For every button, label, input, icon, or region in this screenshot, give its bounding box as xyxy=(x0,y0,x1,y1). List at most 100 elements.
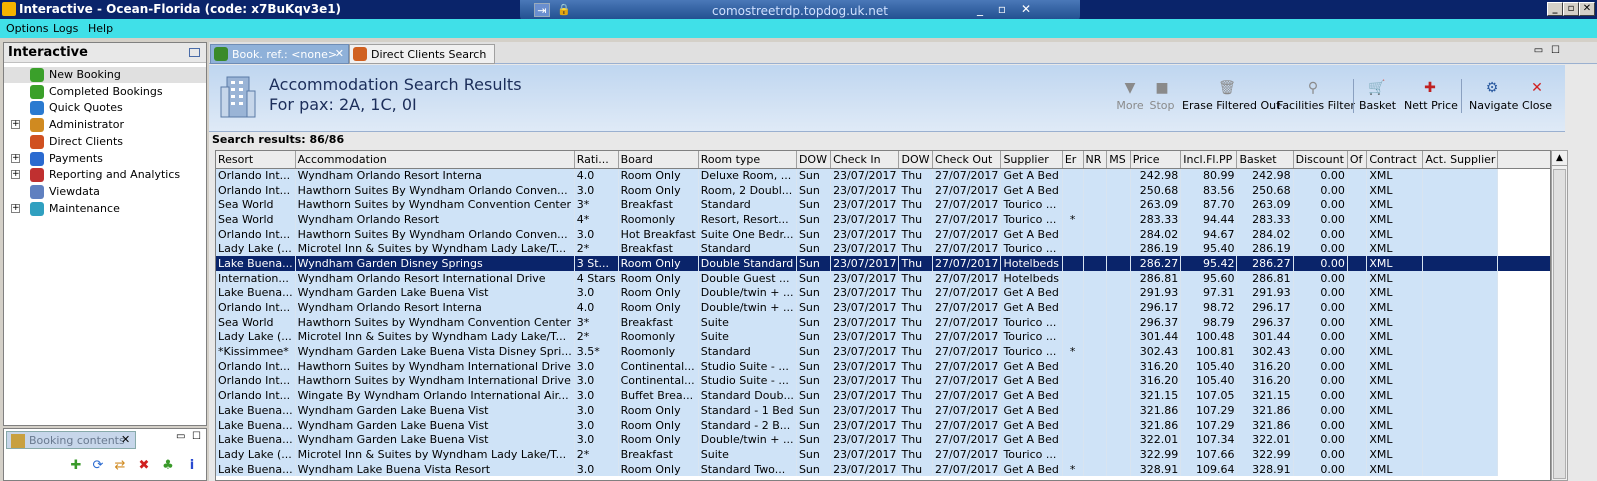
close-icon[interactable]: ✕ xyxy=(121,433,130,446)
row-filler xyxy=(1497,417,1550,433)
table-row[interactable]: Orlando Int... Wyndham Orlando Resort Int… xyxy=(216,300,1550,315)
table-cell: 105.40 xyxy=(1180,358,1238,374)
minimize-icon[interactable]: ▭ xyxy=(176,431,185,442)
navigate-button[interactable]: ⚙ Navigate xyxy=(1469,79,1518,112)
column-header[interactable]: DOW xyxy=(796,151,832,169)
column-header[interactable]: Supplier xyxy=(1000,151,1063,169)
table-row[interactable]: Orlando Int... Hawthorn Suites By Wyndham… xyxy=(216,182,1550,198)
column-header[interactable]: Room type xyxy=(698,151,797,169)
sidebar-item-viewdata[interactable]: Viewdata xyxy=(4,184,206,200)
menu-help[interactable]: Help xyxy=(88,22,113,35)
table-row[interactable]: Lady Lake (... Microtel Inn & Suites by W… xyxy=(216,447,1550,462)
column-header[interactable]: Check In xyxy=(830,151,900,169)
scroll-up-icon[interactable]: ▲ xyxy=(1552,151,1567,166)
sidebar-item-quick-quotes[interactable]: Quick Quotes xyxy=(4,100,206,116)
table-cell: Sun xyxy=(796,388,832,403)
column-header[interactable]: Accommodation xyxy=(295,151,575,169)
menu-logs[interactable]: Logs xyxy=(53,22,78,35)
table-cell: 3.0 xyxy=(574,403,619,418)
table-row[interactable]: Sea World Hawthorn Suites by Wyndham Conv… xyxy=(216,314,1550,330)
table-row[interactable]: Orlando Int... Wyndham Orlando Resort Int… xyxy=(216,168,1550,183)
restore-button[interactable]: ▫ xyxy=(1563,2,1579,16)
table-row[interactable]: Orlando Int... Wingate By Wyndham Orlando… xyxy=(216,388,1550,403)
table-cell: Suite One Bedr... xyxy=(698,226,797,242)
delete-icon[interactable]: ✖ xyxy=(136,458,152,473)
tab-booking-ref[interactable]: Book. ref.: <none> ✕ xyxy=(210,44,349,64)
column-header[interactable]: Of xyxy=(1347,151,1368,169)
table-row[interactable]: Lake Buena... Wyndham Garden Lake Buena V… xyxy=(216,432,1550,448)
sidebar-item-maintenance[interactable]: + Maintenance xyxy=(4,201,206,217)
column-header[interactable]: Incl.Fl.PP xyxy=(1180,151,1238,169)
rdp-minimize-button[interactable]: _ xyxy=(972,2,988,16)
column-header[interactable]: Board xyxy=(618,151,699,169)
maximize-icon[interactable]: ☐ xyxy=(1550,45,1561,56)
column-header[interactable]: DOW xyxy=(898,151,934,169)
erase-filtered-out-button[interactable]: 🗑 Erase Filtered Out xyxy=(1182,79,1280,112)
close-button[interactable]: ✕ Close xyxy=(1521,79,1553,112)
more-button[interactable]: ▼ More xyxy=(1115,79,1145,112)
minimize-button[interactable]: _ xyxy=(1547,2,1563,16)
table-cell: Suite xyxy=(698,314,797,330)
table-row[interactable]: Internation... Wyndham Orlando Resort Int… xyxy=(216,270,1550,286)
tab-direct-clients-search[interactable]: Direct Clients Search xyxy=(349,44,495,64)
rdp-close-button[interactable]: ✕ xyxy=(1018,2,1034,16)
sidebar-item-new-booking[interactable]: New Booking xyxy=(4,67,206,83)
palm-tree-icon[interactable]: ♣ xyxy=(160,458,176,473)
table-row[interactable]: Orlando Int... Hawthorn Suites by Wyndham… xyxy=(216,373,1550,389)
table-row[interactable]: *Kissimmee* Wyndham Garden Lake Buena Vis… xyxy=(216,344,1550,359)
add-icon[interactable]: ✚ xyxy=(68,458,84,473)
booking-contents-tab[interactable]: Booking contents ✕ xyxy=(6,431,136,449)
column-header[interactable]: Resort xyxy=(216,151,296,169)
table-row[interactable]: Orlando Int... Hawthorn Suites by Wyndham… xyxy=(216,358,1550,374)
column-header[interactable]: Contract xyxy=(1366,151,1424,169)
scroll-thumb[interactable] xyxy=(1553,169,1566,479)
sidebar-item-administrator[interactable]: + Administrator xyxy=(4,117,206,133)
expand-icon[interactable]: + xyxy=(11,203,20,213)
nett-price-button[interactable]: ✚ Nett Price xyxy=(1404,79,1458,112)
stop-button[interactable]: ■ Stop xyxy=(1148,79,1176,112)
column-header[interactable]: NR xyxy=(1083,151,1108,169)
sidebar-item-payments[interactable]: + Payments xyxy=(4,151,206,167)
table-row[interactable]: Orlando Int... Hawthorn Suites By Wyndham… xyxy=(216,226,1550,242)
table-row[interactable]: Lake Buena... Wyndham Garden Lake Buena V… xyxy=(216,417,1550,433)
column-header[interactable]: Er xyxy=(1062,151,1084,169)
table-cell: 27/07/2017 xyxy=(932,461,1002,477)
facilities-filter-button[interactable]: ⚲ Facilities Filter xyxy=(1277,79,1355,112)
column-header[interactable]: Price xyxy=(1130,151,1182,169)
table-cell xyxy=(1422,241,1499,257)
table-row[interactable]: Lady Lake (... Microtel Inn & Suites by W… xyxy=(216,241,1550,257)
column-header[interactable]: Check Out xyxy=(932,151,1002,169)
close-tab-icon[interactable]: ✕ xyxy=(335,47,344,60)
minimize-icon[interactable]: ▭ xyxy=(1533,45,1544,56)
collapse-icon[interactable] xyxy=(189,48,200,57)
table-row[interactable]: Lake Buena... Wyndham Garden Lake Buena V… xyxy=(216,403,1550,418)
column-header[interactable]: Basket xyxy=(1236,151,1294,169)
transfer-icon[interactable]: ⇄ xyxy=(112,458,128,473)
info-icon[interactable]: i xyxy=(184,458,200,473)
expand-icon[interactable]: + xyxy=(11,170,20,180)
sidebar-item-completed-bookings[interactable]: Completed Bookings xyxy=(4,84,206,100)
basket-button[interactable]: 🛒 Basket xyxy=(1359,79,1396,112)
table-row[interactable]: Lake Buena... Wyndham Garden Disney Sprin… xyxy=(216,256,1550,271)
table-cell: 322.99 xyxy=(1236,447,1294,462)
table-row[interactable]: Lake Buena... Wyndham Garden Lake Buena V… xyxy=(216,285,1550,301)
column-header[interactable]: Rati... xyxy=(574,151,619,169)
menu-options[interactable]: Options xyxy=(6,22,48,35)
close-window-button[interactable]: ✕ xyxy=(1579,2,1595,16)
vertical-scrollbar[interactable]: ▲ xyxy=(1551,150,1568,481)
table-row[interactable]: Sea World Hawthorn Suites by Wyndham Conv… xyxy=(216,197,1550,213)
expand-icon[interactable]: + xyxy=(11,153,20,163)
sidebar-item-direct-clients[interactable]: Direct Clients xyxy=(4,134,206,150)
table-row[interactable]: Lady Lake (... Microtel Inn & Suites by W… xyxy=(216,329,1550,345)
refresh-icon[interactable]: ⟳ xyxy=(90,458,106,473)
table-cell: Thu xyxy=(898,168,934,183)
column-header[interactable]: Act. Supplier xyxy=(1422,151,1499,169)
table-row[interactable]: Sea World Wyndham Orlando Resort 4* Roomonl… xyxy=(216,212,1550,227)
maximize-icon[interactable]: ☐ xyxy=(192,431,201,442)
column-header[interactable]: MS xyxy=(1106,151,1131,169)
expand-icon[interactable]: + xyxy=(11,120,20,130)
table-row[interactable]: Lake Buena... Wyndham Lake Buena Vista Re… xyxy=(216,461,1550,477)
rdp-restore-button[interactable]: ▫ xyxy=(994,2,1010,16)
column-header[interactable]: Discount xyxy=(1293,151,1348,169)
sidebar-item-reporting-and-analytics[interactable]: + Reporting and Analytics xyxy=(4,167,206,183)
